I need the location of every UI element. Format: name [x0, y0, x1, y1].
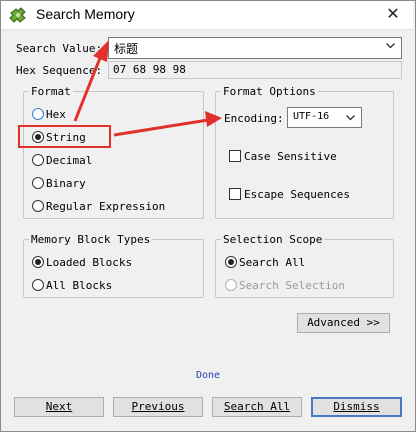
- loaded-blocks-label: Loaded Blocks: [46, 256, 133, 269]
- format-string-radio[interactable]: [32, 131, 44, 143]
- window-title: Search Memory: [36, 6, 135, 22]
- encoding-label: Encoding:: [224, 112, 284, 125]
- search-selection-radio: [225, 279, 237, 291]
- format-binary-label: Binary: [46, 177, 86, 190]
- close-icon[interactable]: ✕: [382, 3, 404, 25]
- all-blocks-label: All Blocks: [46, 279, 113, 292]
- escape-sequences-checkbox[interactable]: [229, 188, 241, 200]
- format-string-label: String: [46, 131, 86, 144]
- all-blocks-radio[interactable]: [32, 279, 44, 291]
- chevron-down-icon[interactable]: [386, 43, 395, 49]
- search-all-button[interactable]: Search All: [212, 397, 302, 417]
- format-regex-radio[interactable]: [32, 200, 44, 212]
- search-selection-label: Search Selection: [239, 279, 345, 292]
- format-legend: Format: [31, 85, 71, 98]
- previous-button[interactable]: Previous: [113, 397, 203, 417]
- format-binary-radio[interactable]: [32, 177, 44, 189]
- escape-sequences-label: Escape Sequences: [244, 188, 350, 201]
- hex-sequence-field: 07 68 98 98: [108, 61, 402, 79]
- next-button[interactable]: Next: [14, 397, 104, 417]
- selection-scope-legend: Selection Scope: [223, 233, 323, 246]
- chevron-down-icon[interactable]: [346, 115, 355, 121]
- format-hex-radio[interactable]: [32, 108, 44, 120]
- search-value-combo[interactable]: 标题: [108, 37, 402, 59]
- loaded-blocks-radio[interactable]: [32, 256, 44, 268]
- format-hex-label: Hex: [46, 108, 66, 121]
- case-sensitive-label: Case Sensitive: [244, 150, 337, 163]
- case-sensitive-checkbox[interactable]: [229, 150, 241, 162]
- encoding-value: UTF-16: [293, 111, 330, 122]
- puzzle-icon: [9, 7, 26, 23]
- search-value-label: Search Value:: [16, 42, 103, 55]
- encoding-select[interactable]: UTF-16: [287, 107, 362, 128]
- hex-sequence-label: Hex Sequence:: [16, 64, 103, 77]
- memory-block-legend: Memory Block Types: [31, 233, 151, 246]
- format-decimal-label: Decimal: [46, 154, 93, 167]
- format-regex-label: Regular Expression: [46, 200, 166, 213]
- format-group: Format: [23, 85, 204, 219]
- search-all-scope-label: Search All: [239, 256, 306, 269]
- format-decimal-radio[interactable]: [32, 154, 44, 166]
- dismiss-button[interactable]: Dismiss: [311, 397, 402, 417]
- status-text: Done: [196, 370, 221, 381]
- advanced-button[interactable]: Advanced >>: [297, 313, 390, 333]
- format-options-legend: Format Options: [223, 85, 316, 98]
- search-all-radio[interactable]: [225, 256, 237, 268]
- search-value-text: 标题: [114, 42, 139, 56]
- hex-sequence-value: 07 68 98 98: [113, 63, 186, 76]
